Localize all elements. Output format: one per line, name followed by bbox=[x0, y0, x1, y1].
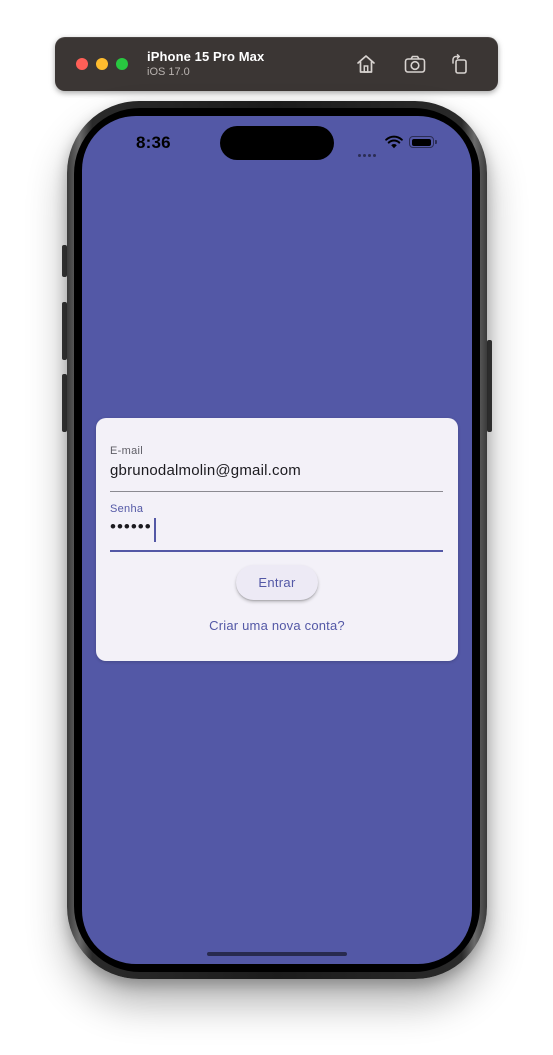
status-icons bbox=[358, 135, 440, 157]
camera-icon bbox=[404, 55, 426, 73]
os-version: iOS 17.0 bbox=[147, 66, 190, 78]
rotate-icon bbox=[452, 54, 467, 74]
app-screen: 8:36 E-mail gbrunodalmolin@gmail.com Sen bbox=[82, 116, 472, 964]
device-name: iPhone 15 Pro Max bbox=[147, 49, 265, 64]
create-account-link[interactable]: Criar uma nova conta? bbox=[96, 618, 458, 633]
rotate-button[interactable] bbox=[448, 52, 472, 76]
home-button[interactable] bbox=[354, 52, 378, 76]
battery-icon bbox=[409, 136, 434, 148]
cellular-signal-icon bbox=[358, 144, 378, 162]
home-indicator[interactable] bbox=[207, 952, 347, 956]
text-cursor bbox=[154, 518, 156, 542]
email-field[interactable]: E-mail gbrunodalmolin@gmail.com bbox=[110, 445, 443, 492]
zoom-window-button[interactable] bbox=[116, 58, 128, 70]
password-label: Senha bbox=[110, 503, 144, 515]
dynamic-island bbox=[220, 126, 334, 160]
home-icon bbox=[357, 55, 375, 73]
screenshot-button[interactable] bbox=[403, 52, 427, 76]
power-button bbox=[487, 340, 492, 432]
email-value[interactable]: gbrunodalmolin@gmail.com bbox=[110, 462, 301, 479]
battery-cap bbox=[435, 140, 437, 144]
simulator-toolbar: iPhone 15 Pro Max iOS 17.0 bbox=[55, 37, 498, 91]
login-card: E-mail gbrunodalmolin@gmail.com Senha ••… bbox=[96, 418, 458, 661]
password-field[interactable]: Senha •••••• bbox=[110, 503, 443, 552]
battery-level bbox=[411, 138, 431, 146]
login-button[interactable]: Entrar bbox=[236, 565, 318, 600]
email-label: E-mail bbox=[110, 445, 143, 457]
wifi-icon bbox=[385, 135, 403, 149]
status-time: 8:36 bbox=[136, 133, 171, 152]
password-value[interactable]: •••••• bbox=[110, 517, 152, 537]
minimize-window-button[interactable] bbox=[96, 58, 108, 70]
simulator-window: iPhone 15 Pro Max iOS 17.0 8:36 E-mail g… bbox=[0, 0, 553, 1055]
close-window-button[interactable] bbox=[76, 58, 88, 70]
